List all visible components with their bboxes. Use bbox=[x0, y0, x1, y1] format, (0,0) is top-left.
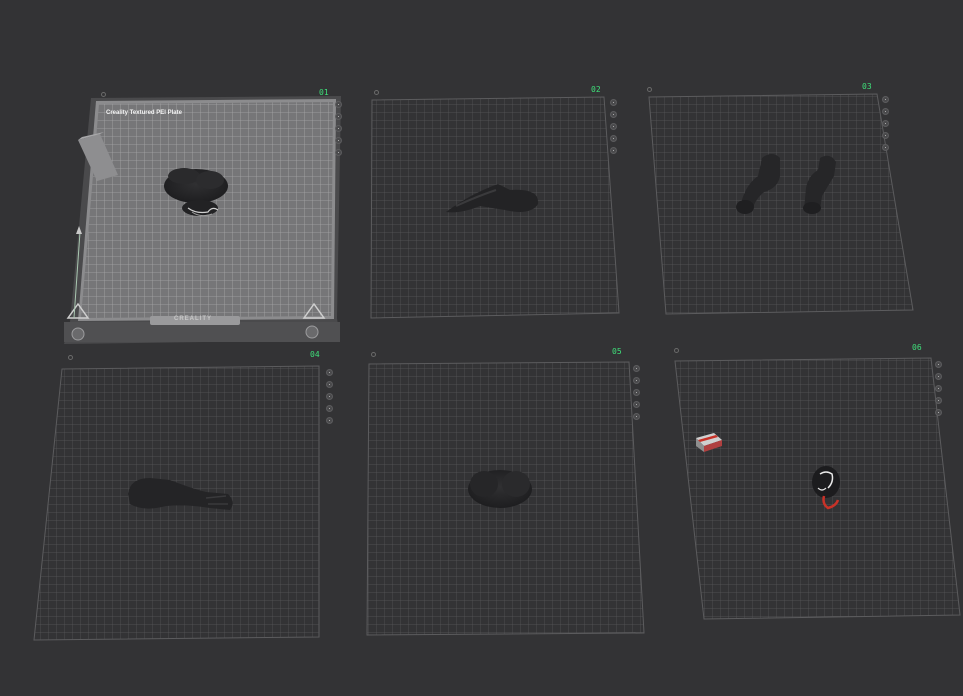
plate-02-number: 02 bbox=[591, 85, 601, 94]
plate-05-number: 05 bbox=[612, 347, 622, 356]
plate-01-type-label: Creality Textured PEI Plate bbox=[106, 110, 182, 116]
plate-04-lock-icon[interactable] bbox=[326, 405, 333, 412]
plate-03-arrange-icon[interactable] bbox=[882, 108, 889, 115]
plate-02-close-icon[interactable] bbox=[610, 99, 617, 106]
plate-06-lock-icon[interactable] bbox=[935, 397, 942, 404]
plate-02-orient-icon[interactable] bbox=[610, 123, 617, 130]
plate-01-brand: CREALITY bbox=[174, 316, 212, 322]
plate-04-arrange-icon[interactable] bbox=[326, 381, 333, 388]
plate-04-orient-icon[interactable] bbox=[326, 393, 333, 400]
plate-04-close-icon[interactable] bbox=[326, 369, 333, 376]
plate-05-select-dot[interactable] bbox=[371, 352, 376, 357]
plate-01[interactable] bbox=[64, 96, 341, 344]
plate-05-arrange-icon[interactable] bbox=[633, 377, 640, 384]
plate-02[interactable] bbox=[370, 96, 620, 319]
plate-01-orient-icon[interactable] bbox=[335, 125, 342, 132]
plate-01-arrange-icon[interactable] bbox=[335, 113, 342, 120]
plate-06[interactable] bbox=[674, 357, 961, 620]
plate-04-settings-icon[interactable] bbox=[326, 417, 333, 424]
plate-03-grid bbox=[648, 93, 914, 315]
plate-02-select-dot[interactable] bbox=[374, 90, 379, 95]
plate-05-lock-icon[interactable] bbox=[633, 401, 640, 408]
plate-06-select-dot[interactable] bbox=[674, 348, 679, 353]
plate-04[interactable] bbox=[33, 365, 320, 641]
plate-03-select-dot[interactable] bbox=[647, 87, 652, 92]
plate-05-settings-icon[interactable] bbox=[633, 413, 640, 420]
plate-01-close-icon[interactable] bbox=[335, 101, 342, 108]
plate-06-settings-icon[interactable] bbox=[935, 409, 942, 416]
plate-03[interactable] bbox=[648, 93, 914, 315]
plate-01-select-dot[interactable] bbox=[101, 92, 106, 97]
plate-05[interactable] bbox=[366, 361, 645, 636]
plate-03-close-icon[interactable] bbox=[882, 96, 889, 103]
plate-06-arrange-icon[interactable] bbox=[935, 373, 942, 380]
plate-06-orient-icon[interactable] bbox=[935, 385, 942, 392]
plate-04-number: 04 bbox=[310, 350, 320, 359]
plate-01-number: 01 bbox=[319, 88, 329, 97]
plate-03-orient-icon[interactable] bbox=[882, 120, 889, 127]
plate-06-number: 06 bbox=[912, 343, 922, 352]
plates-canvas[interactable] bbox=[0, 0, 963, 691]
plate-04-select-dot[interactable] bbox=[68, 355, 73, 360]
plate-viewport[interactable]: 01 02 03 04 05 06 Creality Textured PEI … bbox=[0, 0, 963, 691]
plate-02-lock-icon[interactable] bbox=[610, 135, 617, 142]
plate-01-settings-icon[interactable] bbox=[335, 149, 342, 156]
plate-06-close-icon[interactable] bbox=[935, 361, 942, 368]
plate-02-settings-icon[interactable] bbox=[610, 147, 617, 154]
plate-02-arrange-icon[interactable] bbox=[610, 111, 617, 118]
plate-05-model[interactable] bbox=[468, 470, 532, 508]
plate-03-number: 03 bbox=[862, 82, 872, 91]
plate-05-orient-icon[interactable] bbox=[633, 389, 640, 396]
plate-03-lock-icon[interactable] bbox=[882, 132, 889, 139]
plate-03-settings-icon[interactable] bbox=[882, 144, 889, 151]
plate-01-lock-icon[interactable] bbox=[335, 137, 342, 144]
plate-05-close-icon[interactable] bbox=[633, 365, 640, 372]
